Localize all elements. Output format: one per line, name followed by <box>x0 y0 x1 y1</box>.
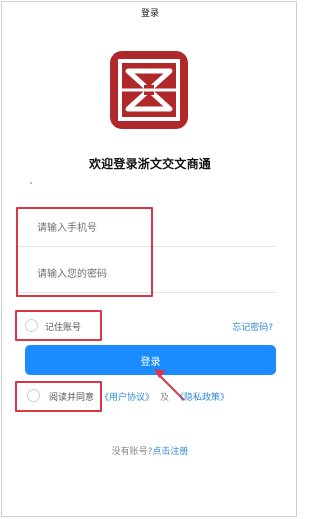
page-title: 登录 <box>140 9 159 19</box>
privacy-policy-link[interactable]: 《隐私政策》 <box>175 390 229 403</box>
signup-row: 没有账号?点击注册 <box>0 444 300 457</box>
annotation-box-remember <box>15 310 102 341</box>
decorative-dot <box>30 182 32 184</box>
annotation-box-agree <box>15 381 102 412</box>
signup-link[interactable]: 点击注册 <box>152 447 188 457</box>
signup-prompt: 没有账号? <box>111 447 153 457</box>
app-title: 欢迎登录浙文交文商通 <box>88 157 211 171</box>
user-agreement-link[interactable]: 《用户协议》 <box>100 390 154 403</box>
forgot-password-link[interactable]: 忘记密码? <box>232 320 273 333</box>
agreement-and-text: 及 <box>160 393 170 403</box>
annotation-box-inputs <box>16 207 153 297</box>
seal-logo-icon <box>108 49 190 131</box>
